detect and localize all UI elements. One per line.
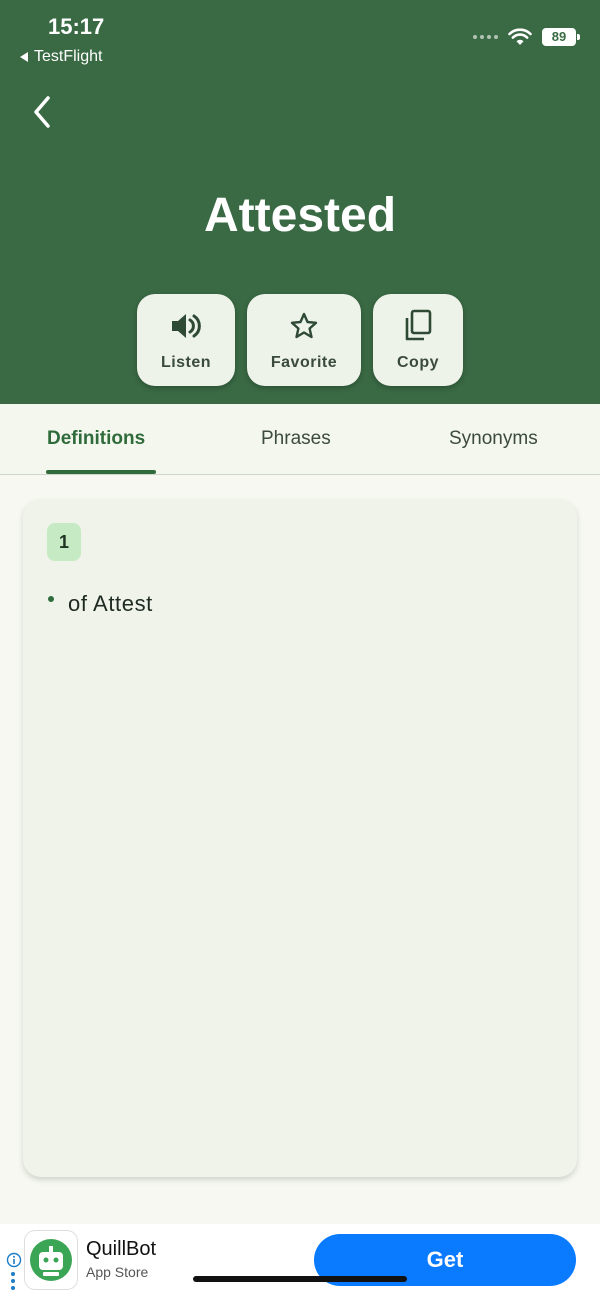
definition-text: of Attest [68, 591, 153, 616]
listen-label: Listen [160, 354, 212, 371]
battery-icon: 89 [542, 28, 580, 46]
copy-button[interactable]: Copy [373, 294, 463, 386]
status-indicators: 89 [473, 28, 580, 46]
wifi-icon [508, 28, 532, 46]
definition-number-badge: 1 [47, 523, 81, 561]
info-icon[interactable] [6, 1252, 22, 1268]
active-tab-indicator [46, 470, 156, 474]
quillbot-app-icon [25, 1231, 77, 1289]
back-app-label: TestFlight [34, 48, 103, 65]
favorite-label: Favorite [270, 354, 338, 371]
tab-phrases[interactable]: Phrases [261, 428, 331, 450]
ad-banner[interactable]: QuillBot App Store Get [0, 1224, 600, 1298]
header: 15:17 TestFlight 89 Attested Listen Favo… [0, 0, 600, 404]
copy-label: Copy [397, 354, 439, 371]
word-title: Attested [203, 189, 397, 242]
tab-bar: Definitions Phrases Synonyms [0, 404, 600, 475]
back-button[interactable] [26, 92, 62, 132]
back-triangle-icon [20, 52, 28, 62]
ad-store-label: App Store [86, 1264, 149, 1280]
chevron-left-icon [34, 96, 50, 128]
cellular-signal-icon [473, 35, 498, 39]
status-time: 15:17 [48, 14, 105, 39]
ad-options-icon[interactable] [11, 1272, 15, 1290]
speaker-icon [169, 310, 203, 342]
bullet-icon [48, 596, 54, 602]
tab-definitions[interactable]: Definitions [47, 428, 145, 450]
home-indicator[interactable] [193, 1276, 407, 1282]
star-outline-icon [289, 310, 319, 342]
back-to-app-link[interactable]: TestFlight [20, 48, 102, 66]
copy-icon [403, 309, 433, 342]
listen-button[interactable]: Listen [137, 294, 235, 386]
definition-card: 1 of Attest [23, 499, 577, 1177]
tab-synonyms[interactable]: Synonyms [449, 428, 538, 450]
ad-app-name: QuillBot [86, 1238, 157, 1260]
favorite-button[interactable]: Favorite [247, 294, 361, 386]
